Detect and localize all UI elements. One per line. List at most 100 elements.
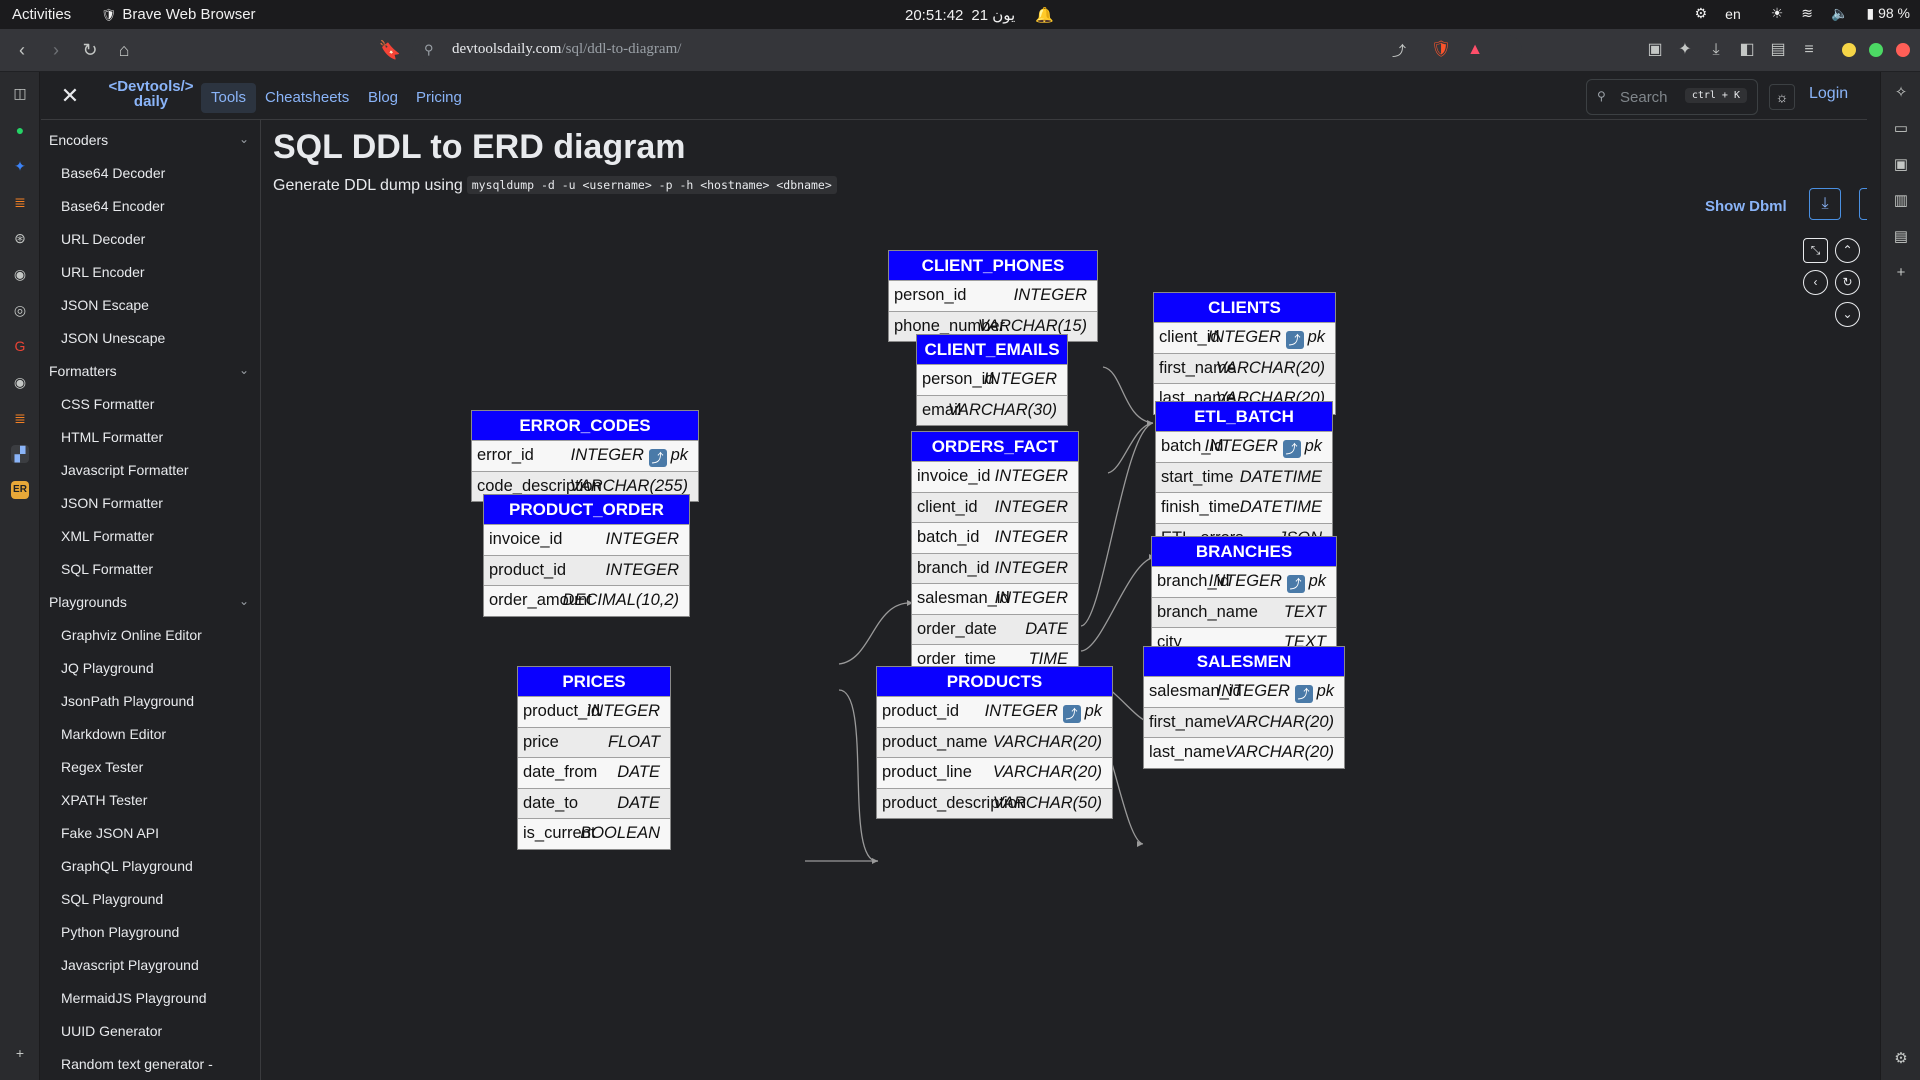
site-info-icon[interactable]: ⚲ — [424, 42, 434, 58]
pan-down-icon[interactable]: ⌄ — [1835, 302, 1860, 327]
leo-icon[interactable]: ✧ — [1892, 84, 1910, 102]
minimize-button[interactable] — [1842, 43, 1856, 57]
erd-table-branches[interactable]: BRANCHES branch_id INTEGER ⤴ pk branch_name T… — [1151, 536, 1337, 659]
sidebar-toggle-icon[interactable]: ◧ — [1736, 39, 1758, 61]
nav-tools[interactable]: Tools — [201, 83, 257, 113]
sidebar-panel-icon[interactable]: ◫ — [11, 84, 29, 102]
erd-diagram[interactable]: CLIENT_PHONES person_id INTEGER phone_numbe… — [273, 120, 1863, 1080]
sidebar-item[interactable]: URL Encoder — [61, 264, 145, 280]
settings-gear-icon[interactable]: ⚙ — [1892, 1050, 1910, 1068]
brave-shields-icon[interactable]: 🛡 — [1430, 39, 1452, 61]
sidebar-item[interactable]: JSON Escape — [61, 297, 149, 313]
sidebar-item[interactable]: JSON Formatter — [61, 495, 163, 511]
sidebar-item[interactable]: UUID Generator — [61, 1023, 162, 1039]
extension-icon[interactable]: ▣ — [1644, 39, 1666, 61]
site-logo[interactable]: <Devtools/> daily — [101, 79, 201, 109]
reading-list-icon[interactable]: ▤ — [1892, 228, 1910, 246]
sidebar-item[interactable]: XML Formatter — [61, 528, 154, 544]
sidebar-item[interactable]: Base64 Decoder — [61, 165, 165, 181]
erd-table-client-emails[interactable]: CLIENT_EMAILS person_id INTEGER email VARCHA… — [916, 334, 1068, 426]
app-menu[interactable]: 🛡 Brave Web Browser — [101, 6, 255, 23]
sidebar-item[interactable]: SQL Playground — [61, 891, 163, 907]
sidebar-item[interactable]: JSON Unescape — [61, 330, 165, 346]
erd-table-salesmen[interactable]: SALESMEN salesman_id INTEGER ⤴ pk first_name… — [1143, 646, 1345, 769]
github-icon-2[interactable]: ◉ — [11, 373, 29, 391]
sidebar-item[interactable]: Markdown Editor — [61, 726, 166, 742]
sidebar-item[interactable]: Javascript Formatter — [61, 462, 189, 478]
app-icon[interactable]: ◎ — [11, 301, 29, 319]
brightness-icon[interactable]: ☀ — [1771, 5, 1784, 22]
chatgpt-icon[interactable]: ⊛ — [11, 229, 29, 247]
nav-cheatsheets[interactable]: Cheatsheets — [255, 83, 359, 113]
erd-table-client-phones[interactable]: CLIENT_PHONES person_id INTEGER phone_numbe… — [888, 250, 1098, 342]
sidebar-item[interactable]: URL Decoder — [61, 231, 145, 247]
share-diagram-icon[interactable]: ⋖ — [1859, 188, 1867, 220]
add-icon[interactable]: + — [1892, 264, 1910, 282]
clock[interactable]: 20:51:42 يون 21 🔔 — [905, 6, 1054, 25]
bookmark-icon[interactable]: 🔖 — [378, 38, 402, 62]
sidebar-item[interactable]: Javascript Playground — [61, 957, 199, 973]
erd-table-clients[interactable]: CLIENTS client_id INTEGER ⤴ pk first_name VAR… — [1153, 292, 1336, 415]
sidebar-item[interactable]: MermaidJS Playground — [61, 990, 207, 1006]
pan-left-icon[interactable]: ‹ — [1803, 270, 1828, 295]
erd-table-products[interactable]: PRODUCTS product_id INTEGER ⤴ pk product_nam… — [876, 666, 1113, 819]
reload-icon[interactable]: ↻ — [78, 38, 102, 62]
reset-view-icon[interactable]: ↻ — [1835, 270, 1860, 295]
sidebar-item[interactable]: GraphQL Playground — [61, 858, 193, 874]
github-icon[interactable]: ◉ — [11, 265, 29, 283]
sidebar-section-header[interactable]: Encoders ⌄ — [49, 132, 249, 148]
puzzle-icon[interactable]: ✦ — [1674, 39, 1696, 61]
erd-table-error-codes[interactable]: ERROR_CODES error_id INTEGER ⤴ pk code_descr… — [471, 410, 699, 502]
stackoverflow-icon-2[interactable]: ≣ — [11, 409, 29, 427]
stackoverflow-icon[interactable]: ≣ — [11, 193, 29, 211]
sidebar-item[interactable]: Fake JSON API — [61, 825, 159, 841]
google-icon[interactable]: G — [11, 337, 29, 355]
pan-up-icon[interactable]: ⌃ — [1835, 238, 1860, 263]
volume-icon[interactable]: 🔈 — [1831, 5, 1848, 22]
share-icon[interactable]: ⤴ — [1392, 41, 1406, 61]
maximize-button[interactable] — [1869, 43, 1883, 57]
sidebar-item[interactable]: Python Playground — [61, 924, 179, 940]
sidebar-item[interactable]: Base64 Encoder — [61, 198, 165, 214]
nav-pricing[interactable]: Pricing — [406, 83, 472, 113]
download-diagram-icon[interactable]: ⤓ — [1809, 188, 1841, 220]
download-icon[interactable]: ⤓ — [1705, 39, 1727, 61]
nav-blog[interactable]: Blog — [358, 83, 408, 113]
wallet-panel-icon[interactable]: ▣ — [1892, 156, 1910, 174]
search-input[interactable]: ⚲ Search ctrl + K — [1586, 79, 1758, 115]
wifi-icon[interactable]: ≋ — [1801, 5, 1813, 22]
back-icon[interactable]: ‹ — [10, 38, 34, 62]
close-window-button[interactable] — [1896, 43, 1910, 57]
sidebar-item[interactable]: Graphviz Online Editor — [61, 627, 202, 643]
address-bar[interactable]: ⚲ devtoolsdaily.com/sql/ddl-to-diagram/ … — [412, 35, 1522, 66]
settings-icon[interactable]: ⚙ — [1695, 5, 1708, 22]
ai-assistant-icon[interactable]: ✦ — [11, 157, 29, 175]
sidebar-item[interactable]: SQL Formatter — [61, 561, 153, 577]
sidebar-section-header[interactable]: Playgrounds ⌄ — [49, 594, 249, 610]
activities-button[interactable]: Activities — [12, 6, 71, 23]
sidebar-item[interactable]: Regex Tester — [61, 759, 143, 775]
erd-table-etl-batch[interactable]: ETL_BATCH batch_id INTEGER ⤴ pk start_time DA… — [1155, 401, 1333, 554]
devtools-daily-icon[interactable]: ▞ — [11, 445, 29, 463]
sidebar-item[interactable]: CSS Formatter — [61, 396, 154, 412]
wallet-icon[interactable]: ▤ — [1767, 39, 1789, 61]
media-icon[interactable]: ▭ — [1892, 120, 1910, 138]
menu-icon[interactable]: ≡ — [1798, 39, 1820, 61]
brave-rewards-icon[interactable]: ▲ — [1464, 39, 1486, 61]
sidebar-item[interactable]: JQ Playground — [61, 660, 154, 676]
sidebar-item[interactable]: Random text generator - — [61, 1056, 213, 1072]
keyboard-language[interactable]: en — [1725, 6, 1741, 22]
add-panel-icon[interactable]: + — [11, 1044, 29, 1062]
bookmarks-panel-icon[interactable]: ▥ — [1892, 192, 1910, 210]
erd-table-prices[interactable]: PRICES product_id INTEGER price FLOAT date_fr… — [517, 666, 671, 850]
sidebar-section-header[interactable]: Formatters ⌄ — [49, 363, 249, 379]
sidebar-item[interactable]: JsonPath Playground — [61, 693, 194, 709]
sidebar-item[interactable]: XPATH Tester — [61, 792, 147, 808]
theme-toggle-icon[interactable]: ☼ — [1769, 84, 1795, 110]
login-link[interactable]: Login — [1809, 85, 1848, 103]
home-icon[interactable]: ⌂ — [112, 38, 136, 62]
er-icon[interactable]: ER — [11, 481, 29, 499]
erd-table-orders-fact[interactable]: ORDERS_FACT invoice_id INTEGER client_id INT… — [911, 431, 1079, 706]
close-menu-icon[interactable]: ✕ — [59, 85, 81, 107]
whatsapp-icon[interactable]: ● — [11, 121, 29, 139]
